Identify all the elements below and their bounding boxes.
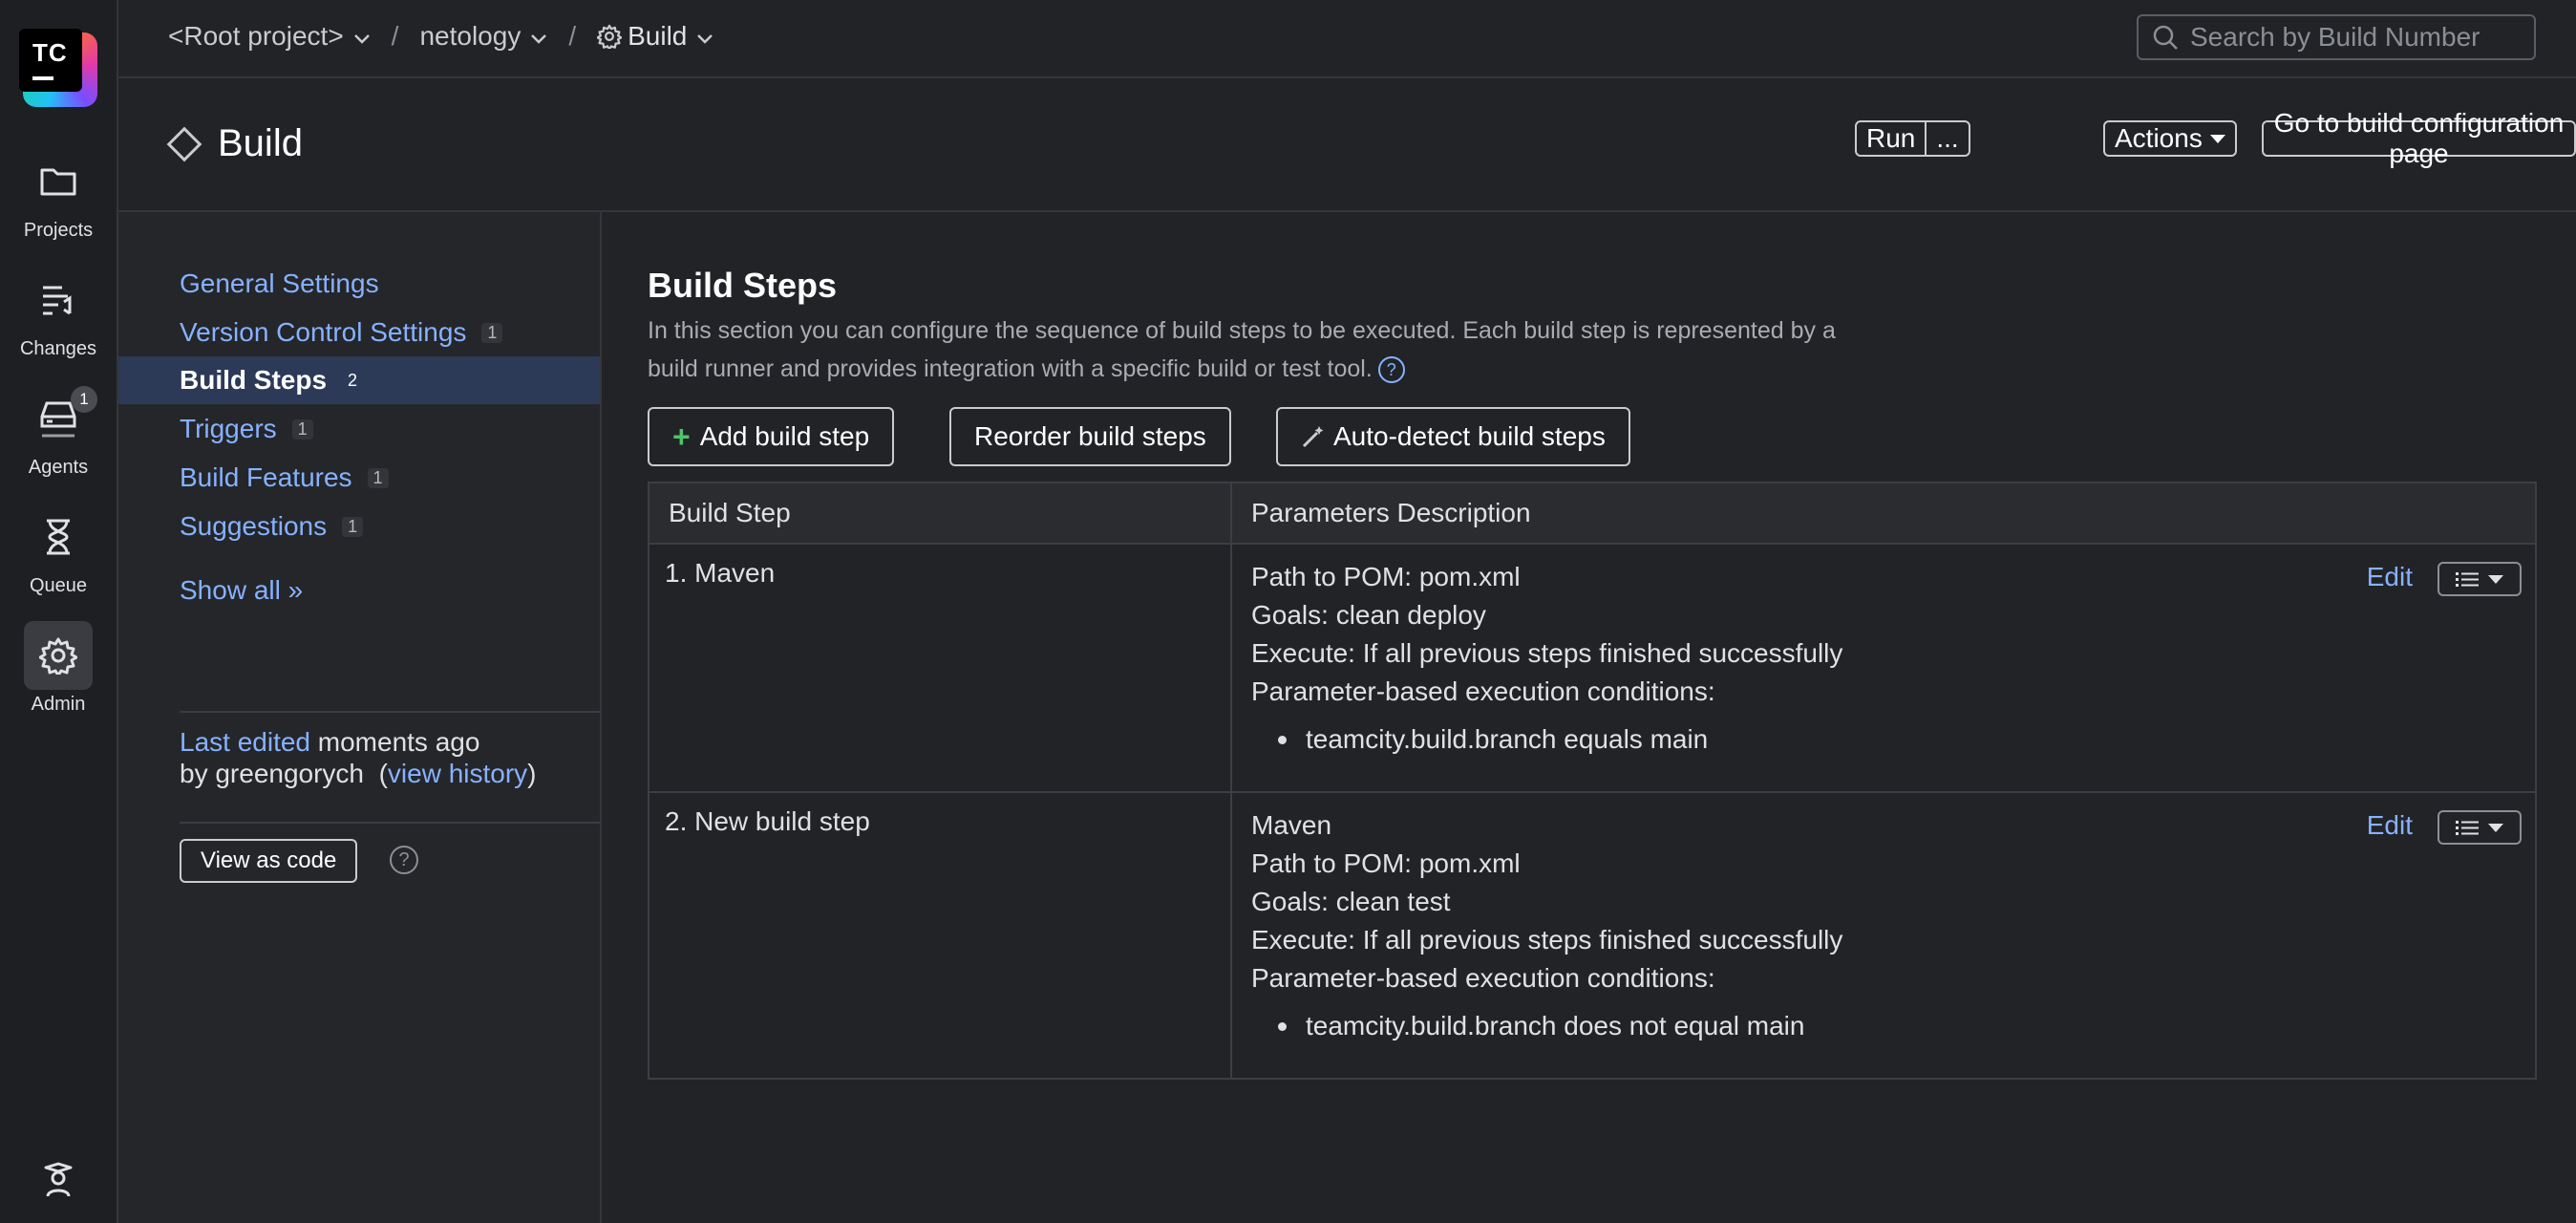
breadcrumb-root[interactable]: <Root project> <box>168 21 371 52</box>
condition-item: teamcity.build.branch does not equal mai… <box>1278 1007 2516 1045</box>
count-badge: 1 <box>342 516 364 537</box>
condition-item: teamcity.build.branch equals main <box>1278 720 2516 759</box>
step-params: Maven Path to POM: pom.xml Goals: clean … <box>1232 793 2535 1078</box>
gear-icon <box>24 621 93 690</box>
folder-icon <box>24 147 93 216</box>
count-badge: 1 <box>481 322 503 343</box>
settings-sidebar: General Settings Version Control Setting… <box>118 212 602 1223</box>
changes-icon <box>24 266 93 334</box>
column-header-build-step: Build Step <box>649 483 1232 543</box>
last-edited-info: Last edited moments ago by greengorych (… <box>180 727 537 788</box>
list-icon <box>2456 572 2479 587</box>
page-title: Build <box>166 122 303 165</box>
chevron-down-icon <box>530 21 547 52</box>
sidebar-item-triggers[interactable]: Triggers 1 <box>118 405 600 453</box>
main-content: Build Steps In this section you can conf… <box>602 212 2576 1223</box>
help-assistant-icon <box>44 1162 73 1197</box>
rail-item-admin[interactable]: Admin <box>0 621 117 716</box>
build-config-icon <box>166 126 202 161</box>
edit-link[interactable]: Edit <box>2367 558 2413 596</box>
top-bar: <Root project> / netology / Build <box>118 0 2576 78</box>
run-custom-button[interactable]: ... <box>1925 122 1968 155</box>
chevron-down-icon <box>696 21 713 52</box>
breadcrumb-project[interactable]: netology <box>419 21 547 52</box>
sidebar-item-build-features[interactable]: Build Features 1 <box>118 454 600 502</box>
breadcrumb-separator: / <box>391 21 399 51</box>
step-name[interactable]: 1. Maven <box>649 545 1232 791</box>
add-build-step-button[interactable]: + Add build step <box>648 407 895 466</box>
hourglass-icon <box>24 503 93 571</box>
plus-icon: + <box>672 418 691 454</box>
view-history-link[interactable]: view history <box>388 759 527 788</box>
count-badge: 2 <box>342 370 364 391</box>
search-input[interactable] <box>2190 22 2515 53</box>
rail-label: Changes <box>19 338 97 359</box>
caret-down-icon <box>2488 574 2503 584</box>
section-title: Build Steps <box>648 266 838 305</box>
table-row[interactable]: 2. New build step Maven Path to POM: pom… <box>649 791 2535 1078</box>
caret-down-icon <box>2209 134 2225 143</box>
step-menu-button[interactable] <box>2438 562 2522 596</box>
sidebar-item-suggestions[interactable]: Suggestions 1 <box>118 503 600 550</box>
rail-label: Admin <box>31 694 86 715</box>
divider <box>180 822 600 824</box>
column-header-parameters: Parameters Description <box>1251 498 1531 527</box>
sidebar-item-general-settings[interactable]: General Settings <box>118 260 600 308</box>
help-icon[interactable]: ? <box>390 846 418 874</box>
step-menu-button[interactable] <box>2438 810 2522 845</box>
view-as-code-button[interactable]: View as code <box>180 839 358 883</box>
agents-badge: 1 <box>71 386 97 413</box>
rail-label: Queue <box>29 575 88 596</box>
magic-wand-icon <box>1302 426 1324 448</box>
rail-item-agents[interactable]: 1 Agents <box>0 384 117 479</box>
edit-link[interactable]: Edit <box>2367 806 2413 845</box>
rail-label: Projects <box>23 220 94 241</box>
rail-item-queue[interactable]: Queue <box>0 503 117 597</box>
reorder-build-steps-button[interactable]: Reorder build steps <box>949 407 1231 466</box>
table-row[interactable]: 1. Maven Path to POM: pom.xml Goals: cle… <box>649 543 2535 791</box>
count-badge: 1 <box>367 467 389 488</box>
show-all-link[interactable]: Show all » <box>180 575 303 606</box>
goto-config-button[interactable]: Go to build configuration page <box>2262 108 2576 168</box>
divider <box>180 711 600 713</box>
page-header: Build Run ... Actions Go to build config… <box>118 78 2576 212</box>
table-header: Build Step Parameters Description <box>649 483 2535 543</box>
left-rail: TC Projects Changes 1 Agents Queue Admin <box>0 0 118 1223</box>
run-button-group: Run ... <box>1855 120 1970 157</box>
run-button[interactable]: Run <box>1857 122 1925 155</box>
breadcrumb: <Root project> / netology / Build <box>168 21 713 52</box>
rail-item-projects[interactable]: Projects <box>0 147 117 242</box>
actions-button[interactable]: Actions <box>2103 120 2237 157</box>
step-params: Path to POM: pom.xml Goals: clean deploy… <box>1232 545 2535 791</box>
sidebar-item-vcs-settings[interactable]: Version Control Settings 1 <box>118 309 600 356</box>
breadcrumb-config[interactable]: Build <box>597 21 713 52</box>
search-icon <box>2153 25 2178 50</box>
teamcity-logo[interactable]: TC <box>19 29 97 107</box>
rail-item-changes[interactable]: Changes <box>0 266 117 360</box>
list-icon <box>2456 821 2479 835</box>
search-box[interactable] <box>2137 14 2536 60</box>
gear-icon <box>597 24 623 49</box>
step-name[interactable]: 2. New build step <box>649 793 1232 1078</box>
help-icon[interactable]: ? <box>1377 356 1405 384</box>
count-badge: 1 <box>291 418 313 440</box>
breadcrumb-separator: / <box>568 21 577 51</box>
caret-down-icon <box>2488 823 2503 832</box>
build-steps-table: Build Step Parameters Description 1. Mav… <box>648 482 2537 1080</box>
rail-label: Agents <box>28 457 89 478</box>
auto-detect-build-steps-button[interactable]: Auto-detect build steps <box>1276 407 1630 466</box>
sidebar-item-build-steps[interactable]: Build Steps 2 <box>118 356 600 404</box>
chevron-down-icon <box>353 21 371 52</box>
help-assistant-button[interactable] <box>0 1162 117 1203</box>
last-edited-link[interactable]: Last edited <box>180 727 310 757</box>
section-description: In this section you can configure the se… <box>648 317 1836 384</box>
